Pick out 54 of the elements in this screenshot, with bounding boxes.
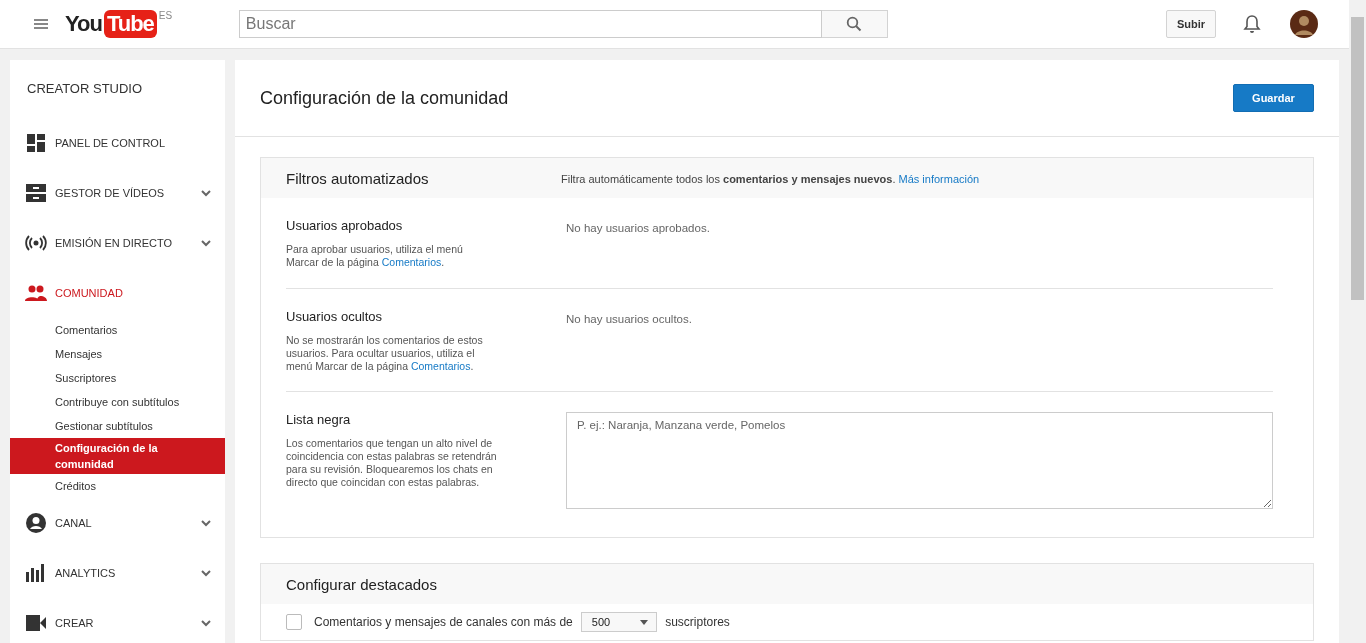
sidebar-item[interactable]: EMISIÓN EN DIRECTO <box>10 218 225 268</box>
upload-button[interactable]: Subir <box>1165 10 1216 38</box>
search-icon <box>846 16 863 32</box>
menu-icon[interactable] <box>34 19 48 29</box>
chevron-icon[interactable] <box>201 239 211 247</box>
sidebar-subitem[interactable]: Suscriptores <box>10 366 225 390</box>
save-button[interactable]: Guardar <box>1233 84 1314 112</box>
sidebar-item[interactable]: CANAL <box>10 498 225 548</box>
people-icon <box>25 285 47 301</box>
person-icon <box>25 513 47 533</box>
sidebar-subitem[interactable]: Gestionar subtítulos <box>10 414 225 438</box>
sidebar-subitem[interactable]: Comentarios <box>10 318 225 342</box>
sidebar-item[interactable]: COMUNIDAD <box>10 268 225 318</box>
dashboard-icon <box>25 134 47 152</box>
setting-help: Los comentarios que tengan un alto nivel de coincidencia con estas palabras se retendrán para su revisión. Bloquearemos los chats en directo que coincidan con estas palabras. <box>286 437 498 489</box>
setting-help: No se mostrarán los comentarios de estos usuarios. Para ocultar usuarios, utiliza el menú Marcar de la página Comentarios. <box>286 334 484 373</box>
checkbox[interactable] <box>286 614 302 630</box>
chevron-icon[interactable] <box>201 519 211 527</box>
bar-chart-icon <box>25 564 47 582</box>
setting-title: Lista negra <box>286 412 352 427</box>
avatar-icon[interactable] <box>1290 10 1318 38</box>
sidebar-subitem[interactable]: Créditos <box>10 474 225 498</box>
more-info-link[interactable]: Más información <box>898 173 980 185</box>
sidebar-item[interactable]: PANEL DE CONTROL <box>10 118 225 168</box>
empty-message: No hay usuarios aprobados. <box>566 221 711 234</box>
search-button[interactable] <box>821 10 888 38</box>
sidebar-subitem[interactable]: Mensajes <box>10 342 225 366</box>
subscribers-dropdown[interactable]: 500 <box>580 612 658 632</box>
setting-title: Usuarios aprobados <box>286 218 404 233</box>
option-label: Comentarios y mensajes de canales con más de <box>314 615 573 629</box>
blacklist-field[interactable]: P. ej.: Naranja, Manzana verde, Pomelos <box>566 412 1273 509</box>
chevron-icon[interactable] <box>201 619 211 627</box>
option-suffix: suscriptores <box>665 615 730 629</box>
sidebar-title: CREATOR STUDIO <box>26 80 144 98</box>
search-field[interactable]: Buscar <box>238 10 822 38</box>
section-title: Configurar destacados <box>286 575 438 593</box>
chevron-icon[interactable] <box>201 569 211 577</box>
page-title: Configuración de la comunidad <box>260 87 509 109</box>
sidebar-subitem[interactable]: Configuración de la comunidad <box>10 438 225 474</box>
sidebar-item[interactable]: ANALYTICS <box>10 548 225 598</box>
chevron-icon[interactable] <box>201 189 211 197</box>
broadcast-icon <box>25 235 47 251</box>
caret-icon <box>640 619 649 625</box>
setting-help: Para aprobar usuarios, utiliza el menú Marcar de la página Comentarios. <box>286 243 464 269</box>
sidebar-item[interactable]: CREAR <box>10 598 225 643</box>
sidebar-subitem[interactable]: Contribuye con subtítulos <box>10 390 225 414</box>
empty-message: No hay usuarios ocultos. <box>566 312 693 325</box>
drawers-icon <box>25 184 47 202</box>
sidebar-item[interactable]: GESTOR DE VÍDEOS <box>10 168 225 218</box>
region-label: ES <box>158 10 174 21</box>
video-camera-icon <box>25 615 47 631</box>
setting-title: Usuarios ocultos <box>286 309 384 324</box>
bell-icon[interactable] <box>1243 14 1261 34</box>
section-description: Filtra automáticamente todos los comentarios y mensajes nuevos. Más información <box>561 172 980 185</box>
